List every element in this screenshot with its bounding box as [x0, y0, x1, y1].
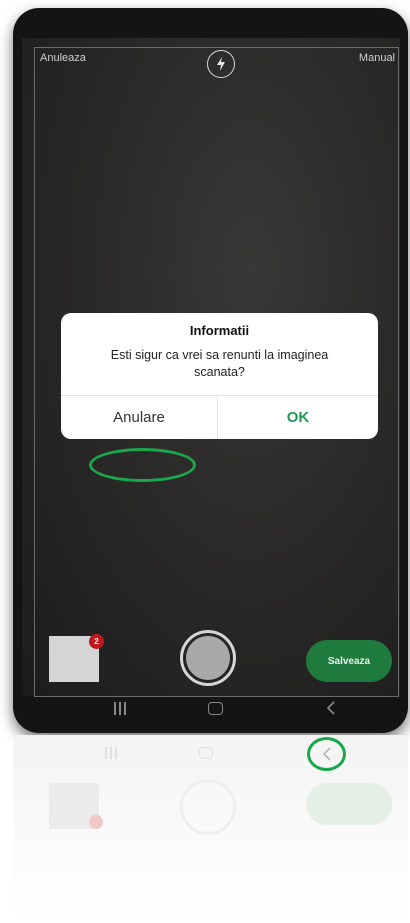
save-button[interactable]: Salveaza	[306, 640, 392, 682]
shutter-button[interactable]	[180, 630, 236, 686]
annotation-back-highlight	[307, 737, 346, 771]
back-icon	[322, 747, 331, 761]
flash-icon	[217, 57, 225, 71]
reflection-shutter	[180, 779, 236, 835]
dialog-cancel-button[interactable]: Anulare	[61, 396, 217, 439]
dialog-ok-button[interactable]: OK	[218, 396, 378, 439]
home-icon[interactable]	[208, 702, 223, 715]
thumbnail-count-badge: 2	[89, 634, 104, 649]
dialog-message: Esti sigur ca vrei sa renunti la imagine…	[110, 348, 329, 379]
cancel-scan-button[interactable]: Anuleaza	[40, 52, 86, 64]
recents-icon[interactable]	[114, 702, 128, 715]
manual-mode-button[interactable]: Manual	[359, 52, 395, 64]
reflection-home-icon	[199, 747, 213, 759]
flash-toggle-button[interactable]	[207, 50, 235, 78]
dialog-title: Informatii	[189, 323, 250, 338]
system-navigation-bar	[22, 696, 400, 730]
annotation-highlight-ellipse	[89, 448, 196, 482]
reflection-recents-icon	[105, 747, 119, 759]
phone-reflection	[13, 735, 408, 923]
reflection-badge	[89, 815, 103, 829]
confirm-dialog: Informatii Esti sigur ca vrei sa renunti…	[61, 313, 378, 439]
back-icon[interactable]	[325, 700, 337, 716]
reflection-save-button	[306, 783, 392, 825]
